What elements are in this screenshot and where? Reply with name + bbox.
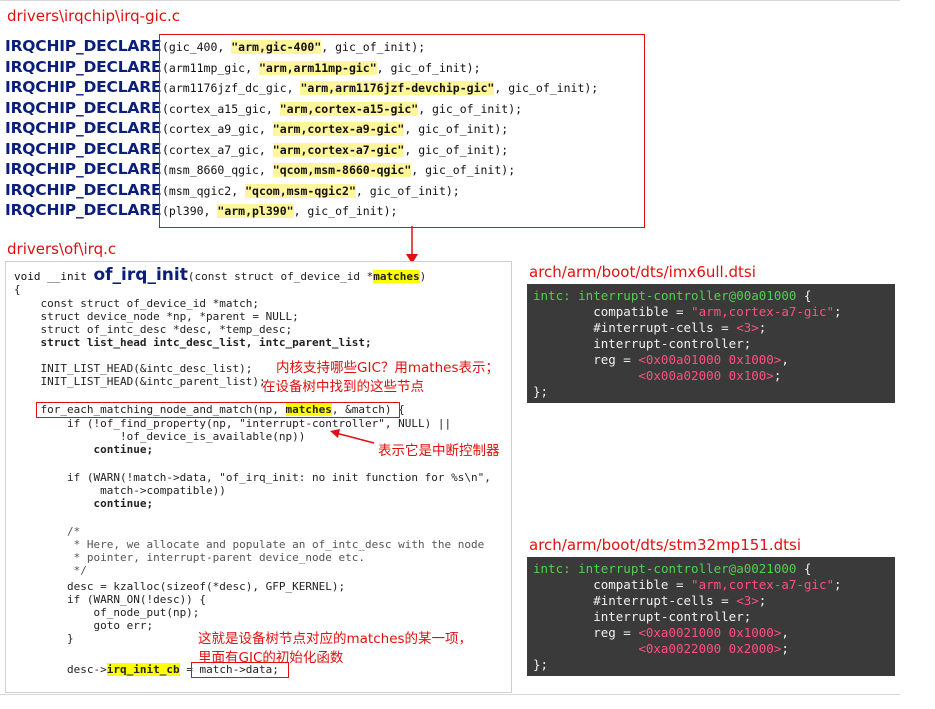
irqchip-args-highlight-box: [159, 34, 645, 228]
annotation-supported-gic: 内核支持哪些GIC？用mathes表示；: [276, 360, 499, 376]
code-panel-of-irq-init: void __init of_irq_init(const struct of_…: [5, 261, 512, 693]
code-comment: /*: [14, 525, 81, 538]
code-comment: */: [14, 564, 87, 577]
code-line: of_node_put(np);: [14, 606, 200, 619]
code-line: struct list_head intc_desc_list, intc_pa…: [14, 336, 372, 349]
code-line: }: [14, 632, 74, 645]
annotation-dt-nodes: 在设备树中找到的这些节点: [262, 379, 424, 395]
annotation-matches-entry: 这就是设备树节点对应的matches的某一项，: [198, 631, 473, 647]
file-path-of-irq: drivers\of\irq.c: [7, 240, 117, 258]
code-line: desc = kzalloc(sizeof(*desc), GFP_KERNEL…: [14, 580, 346, 593]
code-line: continue;: [14, 443, 154, 456]
irqchip-declare-keyword: IRQCHIP_DECLARE: [5, 98, 162, 117]
code-line: if (WARN_ON(!desc)) {: [14, 593, 207, 606]
irq-init-cb-field: irq_init_cb: [106, 663, 180, 676]
function-name: of_irq_init: [93, 265, 188, 285]
dts-panel-imx6ull: intc: interrupt-controller@00a01000 { co…: [527, 284, 895, 403]
code-line: INIT_LIST_HEAD(&intc_desc_list);: [14, 362, 253, 375]
irqchip-declare-keyword: IRQCHIP_DECLARE: [5, 139, 162, 158]
code-line: INIT_LIST_HEAD(&intc_parent_list);: [14, 375, 266, 388]
annotation-interrupt-controller: 表示它是中断控制器: [378, 443, 500, 459]
code-line: continue;: [14, 497, 154, 510]
code-comment: * Here, we allocate and populate an of_i…: [14, 538, 485, 551]
code-line: goto err;: [14, 619, 154, 632]
down-arrow-icon: [406, 226, 418, 264]
code-line: struct device_node *np, *parent = NULL;: [14, 310, 299, 323]
code-line: if (!of_find_property(np, "interrupt-con…: [14, 417, 452, 430]
irqchip-declare-keyword: IRQCHIP_DECLARE: [5, 180, 162, 199]
file-path-irq-gic: drivers\irqchip\irq-gic.c: [7, 7, 181, 25]
matches-param: matches: [373, 270, 420, 283]
code-line: !of_device_is_available(np)): [14, 430, 306, 443]
file-path-stm32mp151-dtsi: arch/arm/boot/dts/stm32mp151.dtsi: [529, 536, 801, 554]
file-path-imx6ull-dtsi: arch/arm/boot/dts/imx6ull.dtsi: [529, 263, 756, 281]
code-line: match->compatible)): [14, 484, 226, 497]
code-line: {: [14, 283, 21, 296]
code-line: struct of_intc_desc *desc, *temp_desc;: [14, 323, 293, 336]
left-arrow-icon: [330, 429, 375, 444]
code-signature: void __init of_irq_init(const struct of_…: [14, 265, 427, 285]
top-divider: [0, 0, 900, 1]
irqchip-declare-keyword: IRQCHIP_DECLARE: [5, 160, 162, 178]
irqchip-declare-keyword: IRQCHIP_DECLARE: [5, 37, 162, 55]
irqchip-declare-keyword: IRQCHIP_DECLARE: [5, 201, 162, 219]
dts-panel-stm32mp151: intc: interrupt-controller@a0021000 { co…: [527, 557, 895, 676]
bottom-divider: [0, 694, 900, 695]
for-each-highlight-box: [36, 402, 400, 418]
irqchip-declare-keyword: IRQCHIP_DECLARE: [5, 119, 162, 137]
code-line: const struct of_device_id *match;: [14, 297, 260, 310]
irqchip-declare-keyword: IRQCHIP_DECLARE: [5, 78, 162, 96]
annotation-gic-init-func: 里面有GIC的初始化函数: [198, 650, 344, 666]
code-comment: * pointer, interrupt-parent device_node …: [14, 551, 365, 564]
irqchip-declare-keyword: IRQCHIP_DECLARE: [5, 57, 162, 76]
code-line: if (WARN(!match->data, "of_irq_init: no …: [14, 471, 491, 484]
